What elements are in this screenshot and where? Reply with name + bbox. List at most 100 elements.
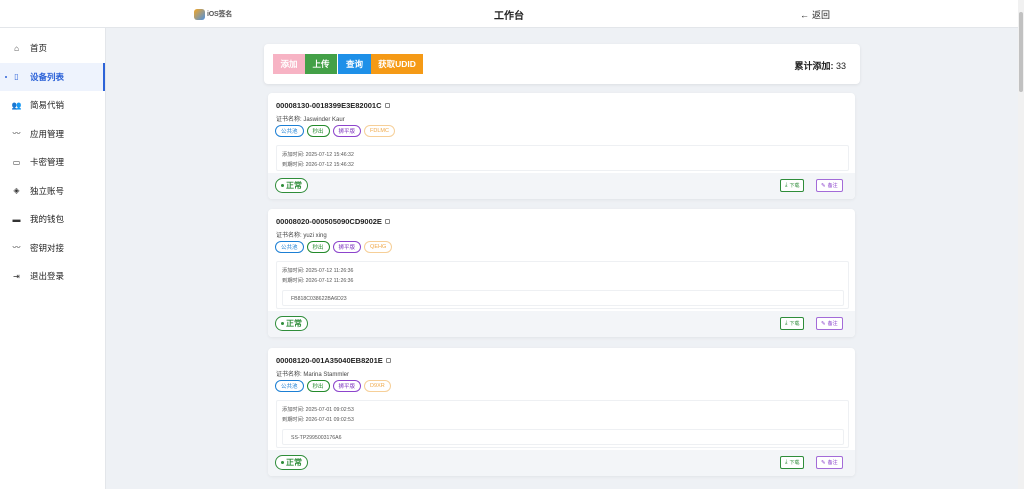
- get-udid-button[interactable]: 获取UDID: [371, 54, 423, 74]
- key-link-icon: 〰: [12, 243, 21, 253]
- added-time: 添加时间: 2025-07-01 09:02:53: [282, 407, 354, 413]
- note-label: 备注: [827, 321, 838, 327]
- tag-pool: 公共池: [275, 241, 304, 253]
- card-footer: 正常 ⤓ 下载 ✎ 备注: [268, 311, 855, 337]
- device-udid-text: 00008120-001A35040EB8201E: [276, 356, 383, 365]
- chart-line-icon: 〰: [12, 129, 21, 139]
- sidebar-item-home[interactable]: ⌂ 首页: [0, 34, 105, 63]
- expire-time: 到期时间: 2026-07-12 15:46:32: [282, 162, 354, 168]
- tag-edition: 狮平版: [332, 241, 362, 253]
- added-time: 添加时间: 2025-07-12 11:26:36: [282, 268, 354, 274]
- tag-list: 公共池 秒出 狮平版 D9XR: [275, 380, 391, 392]
- time-info: 添加时间: 2025-07-12 11:26:36 到期时间: 2026-07-…: [276, 261, 849, 309]
- sidebar-item-label: 卡密管理: [30, 157, 65, 168]
- added-time: 添加时间: 2025-07-12 15:46:32: [282, 152, 354, 158]
- note-label: 备注: [827, 460, 838, 466]
- upload-button[interactable]: 上传: [305, 54, 337, 74]
- sidebar-item-label: 我的钱包: [30, 214, 65, 225]
- device-udid-text: 00008130-0018399E3E82001C: [276, 101, 382, 110]
- tag-edition: 狮平版: [332, 125, 362, 137]
- tag-instant: 秒出: [306, 241, 330, 253]
- back-button[interactable]: ← 返回: [800, 8, 830, 21]
- copy-icon[interactable]: [384, 219, 390, 224]
- cert-value: yuzi xing: [303, 233, 327, 239]
- device-udid: 00008020-000505090CD9002E: [276, 217, 390, 226]
- device-note: SS-TP2995003176A6: [282, 429, 844, 445]
- download-button[interactable]: ⤓ 下载: [780, 317, 805, 330]
- active-dot-icon: [5, 75, 7, 78]
- device-udid: 00008130-0018399E3E82001C: [276, 101, 390, 110]
- users-icon: 👥: [11, 100, 22, 110]
- tag-list: 公共池 秒出 狮平版 QEHG: [275, 241, 393, 253]
- sidebar-item-app-management[interactable]: 〰 应用管理: [0, 120, 105, 149]
- status-text: 正常: [286, 181, 302, 190]
- cert-label: 证书名称:: [276, 233, 302, 239]
- page-title: 工作台: [494, 11, 524, 22]
- device-udid: 00008120-001A35040EB8201E: [276, 356, 391, 365]
- edit-icon: ✎: [821, 320, 826, 327]
- note-label: 备注: [827, 183, 838, 189]
- top-bar: iOS签名 工作台 ← 返回: [0, 0, 1018, 28]
- time-info: 添加时间: 2025-07-01 09:02:53 到期时间: 2026-07-…: [276, 400, 849, 448]
- tag-pool: 公共池: [275, 380, 304, 392]
- download-icon: ⤓: [785, 320, 788, 326]
- cert-name: 证书名称: yuzi xing: [276, 230, 327, 239]
- note-button[interactable]: ✎ 备注: [816, 456, 843, 469]
- tag-instant: 秒出: [306, 125, 330, 137]
- download-label: 下载: [789, 321, 800, 327]
- cert-name: 证书名称: Marina Stammler: [276, 369, 349, 378]
- note-button[interactable]: ✎ 备注: [816, 317, 843, 330]
- cert-label: 证书名称:: [276, 372, 302, 378]
- sidebar-item-simple-resale[interactable]: 👥 简易代销: [0, 91, 105, 120]
- download-label: 下载: [789, 460, 800, 466]
- page-scrollbar[interactable]: [1018, 0, 1024, 489]
- tag-code: D9XR: [364, 380, 391, 392]
- card-footer: 正常 ⤓ 下载 ✎ 备注: [268, 450, 855, 476]
- cert-value: Marina Stammler: [303, 372, 350, 378]
- device-udid-text: 00008020-000505090CD9002E: [276, 217, 382, 226]
- tag-code: FDLMC: [364, 125, 395, 137]
- expire-time: 到期时间: 2026-07-12 11:26:36: [282, 278, 354, 284]
- query-button[interactable]: 查询: [338, 54, 371, 74]
- count-label: 累计添加:: [794, 61, 834, 71]
- sidebar-item-wallet[interactable]: ▬ 我的钱包: [0, 205, 105, 234]
- sidebar-item-label: 简易代销: [30, 100, 65, 111]
- sidebar-item-key-integration[interactable]: 〰 密钥对接: [0, 234, 105, 263]
- time-info: 添加时间: 2025-07-12 15:46:32 到期时间: 2026-07-…: [276, 145, 849, 171]
- sidebar-item-card-management[interactable]: ▭ 卡密管理: [0, 148, 105, 177]
- edit-icon: ✎: [821, 182, 826, 189]
- cert-name: 证书名称: Jaswinder Kaur: [276, 114, 345, 123]
- sidebar-item-label: 应用管理: [30, 128, 65, 139]
- download-icon: ⤓: [785, 182, 788, 188]
- arrow-left-icon: ←: [800, 9, 809, 20]
- sidebar-item-logout[interactable]: ⇥ 退出登录: [0, 262, 105, 291]
- home-icon: ⌂: [14, 43, 19, 53]
- sidebar-item-label: 密钥对接: [30, 242, 65, 253]
- wallet-icon: ▬: [12, 214, 21, 224]
- status-badge: 正常: [275, 316, 308, 331]
- copy-icon[interactable]: [384, 103, 390, 108]
- device-note: FB818C038622BA6D23: [282, 290, 844, 306]
- sidebar-item-independent-account[interactable]: ◈ 独立账号: [0, 177, 105, 206]
- status-dot-icon: [281, 461, 284, 464]
- sidebar-item-label: 设备列表: [30, 71, 65, 82]
- device-card: 00008020-000505090CD9002E 证书名称: yuzi xin…: [268, 209, 855, 337]
- scrollbar-thumb[interactable]: [1019, 12, 1023, 92]
- download-button[interactable]: ⤓ 下载: [780, 179, 805, 192]
- logout-icon: ⇥: [13, 271, 20, 281]
- sidebar-item-label: 退出登录: [30, 271, 65, 282]
- copy-icon[interactable]: [385, 358, 391, 363]
- cert-label: 证书名称:: [276, 117, 302, 123]
- download-button[interactable]: ⤓ 下载: [780, 456, 805, 469]
- tag-instant: 秒出: [306, 380, 330, 392]
- card-icon: ▭: [12, 157, 21, 167]
- tag-list: 公共池 秒出 狮平版 FDLMC: [275, 125, 395, 137]
- layers-icon: ◈: [13, 186, 20, 196]
- sidebar: ⌂ 首页 ▯ 设备列表 👥 简易代销 〰 应用管理 ▭ 卡密管理 ◈ 独立账号 …: [0, 28, 106, 489]
- device-card: 00008120-001A35040EB8201E 证书名称: Marina S…: [268, 348, 855, 476]
- add-button[interactable]: 添加: [273, 54, 305, 74]
- status-badge: 正常: [275, 178, 308, 193]
- download-icon: ⤓: [785, 459, 788, 465]
- sidebar-item-device-list[interactable]: ▯ 设备列表: [0, 62, 105, 91]
- note-button[interactable]: ✎ 备注: [816, 179, 843, 192]
